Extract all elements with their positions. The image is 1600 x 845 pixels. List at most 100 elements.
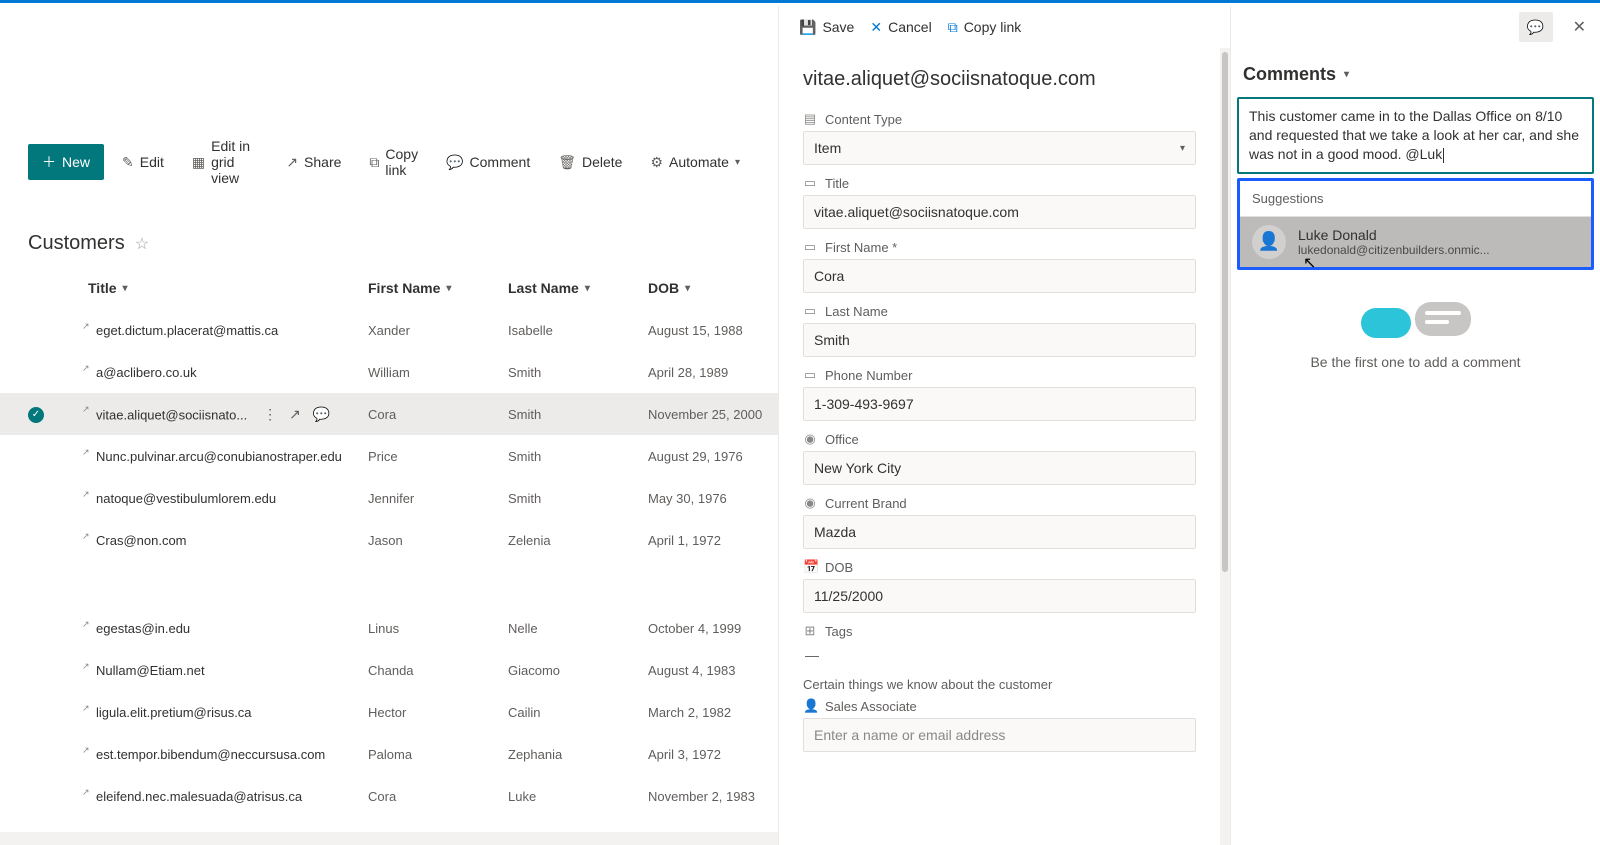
scrollbar-thumb[interactable] bbox=[1222, 52, 1228, 572]
automate-button[interactable]: ⚙ Automate ▾ bbox=[640, 148, 750, 177]
grid-icon: ▦ bbox=[192, 154, 205, 171]
share-icon[interactable]: ↗ bbox=[289, 406, 301, 423]
open-icon: ↗ bbox=[82, 447, 90, 458]
table-row[interactable]: ↗Cras@non.comJasonZeleniaApril 1, 1972 bbox=[0, 519, 778, 561]
text-icon: ▭ bbox=[803, 303, 817, 319]
row-title[interactable]: ↗eleifend.nec.malesuada@atrisus.ca bbox=[88, 789, 368, 804]
new-button[interactable]: ＋ New bbox=[28, 144, 104, 180]
row-cell: Smith bbox=[508, 449, 648, 464]
row-cell: Nelle bbox=[508, 621, 648, 636]
col-header-title[interactable]: Title▾ bbox=[88, 280, 368, 296]
panel-copy-link-label: Copy link bbox=[964, 19, 1022, 35]
suggestion-item-luke-donald[interactable]: 👤 Luke Donald lukedonald@citizenbuilders… bbox=[1240, 217, 1591, 267]
plus-icon: ＋ bbox=[42, 152, 56, 172]
last-name-input[interactable] bbox=[803, 323, 1196, 357]
delete-button[interactable]: 🗑 Delete bbox=[548, 148, 632, 177]
open-icon: ↗ bbox=[82, 531, 90, 542]
more-icon[interactable]: ⋮ bbox=[263, 406, 277, 423]
edit-button[interactable]: ✎ Edit bbox=[112, 148, 174, 177]
row-title[interactable]: ↗Nullam@Etiam.net bbox=[88, 663, 368, 678]
first-name-input[interactable] bbox=[803, 259, 1196, 293]
selected-check-icon[interactable]: ✓ bbox=[28, 407, 44, 423]
share-button[interactable]: ↗ Share bbox=[276, 148, 351, 177]
table-row[interactable]: ↗a@aclibero.co.ukWilliamSmithApril 28, 1… bbox=[0, 351, 778, 393]
row-cell: William bbox=[368, 365, 508, 380]
brand-input[interactable] bbox=[803, 515, 1196, 549]
row-title[interactable]: ↗eget.dictum.placerat@mattis.ca bbox=[88, 323, 368, 338]
comment-icon[interactable]: 💬 bbox=[313, 406, 330, 423]
suggestion-texts: Luke Donald lukedonald@citizenbuilders.o… bbox=[1298, 227, 1490, 257]
row-title[interactable]: ↗a@aclibero.co.uk bbox=[88, 365, 368, 380]
open-icon: ↗ bbox=[82, 489, 90, 500]
row-cell: Giacomo bbox=[508, 663, 648, 678]
panel-copy-link-button[interactable]: ⧉ Copy link bbox=[948, 19, 1022, 36]
title-input[interactable] bbox=[803, 195, 1196, 229]
row-title[interactable]: ↗est.tempor.bibendum@neccursusa.com bbox=[88, 747, 368, 762]
row-title[interactable]: ↗natoque@vestibulumlorem.edu bbox=[88, 491, 368, 506]
cancel-button[interactable]: ✕ Cancel bbox=[870, 19, 931, 36]
chevron-down-icon: ▾ bbox=[585, 283, 590, 294]
open-icon: ↗ bbox=[82, 787, 90, 798]
empty-comments-text: Be the first one to add a comment bbox=[1237, 354, 1594, 370]
phone-input[interactable] bbox=[803, 387, 1196, 421]
row-cell: Zelenia bbox=[508, 533, 648, 548]
calendar-icon: 📅 bbox=[803, 559, 817, 575]
tags-value[interactable]: — bbox=[803, 643, 1196, 667]
item-title: vitae.aliquet@sociisnatoque.com bbox=[803, 68, 1196, 91]
open-icon: ↗ bbox=[82, 404, 90, 415]
row-cell: Paloma bbox=[368, 747, 508, 762]
section-note: Certain things we know about the custome… bbox=[803, 677, 1196, 692]
save-button[interactable]: 💾 Save bbox=[799, 19, 854, 36]
row-title[interactable]: ↗ligula.elit.pretium@risus.ca bbox=[88, 705, 368, 720]
comments-toggle-button[interactable]: 💬 bbox=[1519, 12, 1553, 42]
field-tags: ⊞Tags — bbox=[803, 623, 1196, 667]
row-title[interactable]: ↗vitae.aliquet@sociisnato... ⋮↗💬 bbox=[88, 406, 368, 423]
col-header-last-name[interactable]: Last Name▾ bbox=[508, 280, 648, 296]
sales-associate-input[interactable] bbox=[803, 718, 1196, 752]
row-cell: Cailin bbox=[508, 705, 648, 720]
open-icon: ↗ bbox=[82, 703, 90, 714]
comment-editor[interactable]: This customer came in to the Dallas Offi… bbox=[1237, 97, 1594, 174]
text-cursor bbox=[1443, 148, 1444, 163]
dob-input[interactable] bbox=[803, 579, 1196, 613]
trash-icon: 🗑 bbox=[558, 154, 576, 171]
row-cell: Cora bbox=[368, 789, 508, 804]
person-icon: 👤 bbox=[803, 698, 817, 714]
main-list-area: ＋ New ✎ Edit ▦ Edit in grid view ↗ Share… bbox=[0, 6, 778, 845]
automate-label: Automate bbox=[669, 154, 729, 170]
row-title[interactable]: ↗Cras@non.com bbox=[88, 533, 368, 548]
edit-in-grid-button[interactable]: ▦ Edit in grid view bbox=[182, 132, 268, 192]
table-row[interactable]: ↗ligula.elit.pretium@risus.caHectorCaili… bbox=[0, 691, 778, 733]
office-input[interactable] bbox=[803, 451, 1196, 485]
horizontal-scrollbar[interactable] bbox=[0, 832, 778, 845]
row-cell: Smith bbox=[508, 365, 648, 380]
copy-link-button[interactable]: ⧉ Copy link bbox=[359, 140, 428, 184]
table-row[interactable]: ↗eleifend.nec.malesuada@atrisus.caCoraLu… bbox=[0, 775, 778, 817]
content-type-select[interactable]: Item ▾ bbox=[803, 131, 1196, 165]
favorite-star-icon[interactable]: ☆ bbox=[135, 234, 149, 254]
col-header-first-name[interactable]: First Name▾ bbox=[368, 280, 508, 296]
table-row[interactable]: ↗egestas@in.eduLinusNelleOctober 4, 1999 bbox=[0, 607, 778, 649]
speech-bubble-icon bbox=[1415, 302, 1471, 336]
comment-button[interactable]: 💬 Comment bbox=[436, 148, 540, 177]
table-row[interactable]: ↗Nunc.pulvinar.arcu@conubianostraper.edu… bbox=[0, 435, 778, 477]
speech-bubble-icon bbox=[1361, 308, 1411, 338]
table-row[interactable]: ↗eget.dictum.placerat@mattis.caXanderIsa… bbox=[0, 309, 778, 351]
row-title[interactable]: ↗egestas@in.edu bbox=[88, 621, 368, 636]
close-panel-button[interactable]: ✕ bbox=[1573, 17, 1586, 37]
table-row[interactable]: ↗natoque@vestibulumlorem.eduJenniferSmit… bbox=[0, 477, 778, 519]
table-row[interactable]: ✓↗vitae.aliquet@sociisnato... ⋮↗💬CoraSmi… bbox=[0, 393, 778, 435]
row-cell: Jason bbox=[368, 533, 508, 548]
text-icon: ▭ bbox=[803, 175, 817, 191]
suggestion-email: lukedonald@citizenbuilders.onmic... bbox=[1298, 243, 1490, 257]
avatar: 👤 bbox=[1252, 225, 1286, 259]
panel-scrollbar[interactable] bbox=[1220, 48, 1230, 845]
row-title[interactable]: ↗Nunc.pulvinar.arcu@conubianostraper.edu bbox=[88, 449, 368, 464]
table-row[interactable]: ↗est.tempor.bibendum@neccursusa.comPalom… bbox=[0, 733, 778, 775]
chevron-down-icon: ▾ bbox=[685, 283, 690, 294]
delete-label: Delete bbox=[582, 154, 622, 170]
comments-header[interactable]: Comments ▾ bbox=[1243, 64, 1594, 85]
row-cell: Zephania bbox=[508, 747, 648, 762]
field-phone-number: ▭Phone Number bbox=[803, 367, 1196, 421]
table-row[interactable]: ↗Nullam@Etiam.netChandaGiacomoAugust 4, … bbox=[0, 649, 778, 691]
